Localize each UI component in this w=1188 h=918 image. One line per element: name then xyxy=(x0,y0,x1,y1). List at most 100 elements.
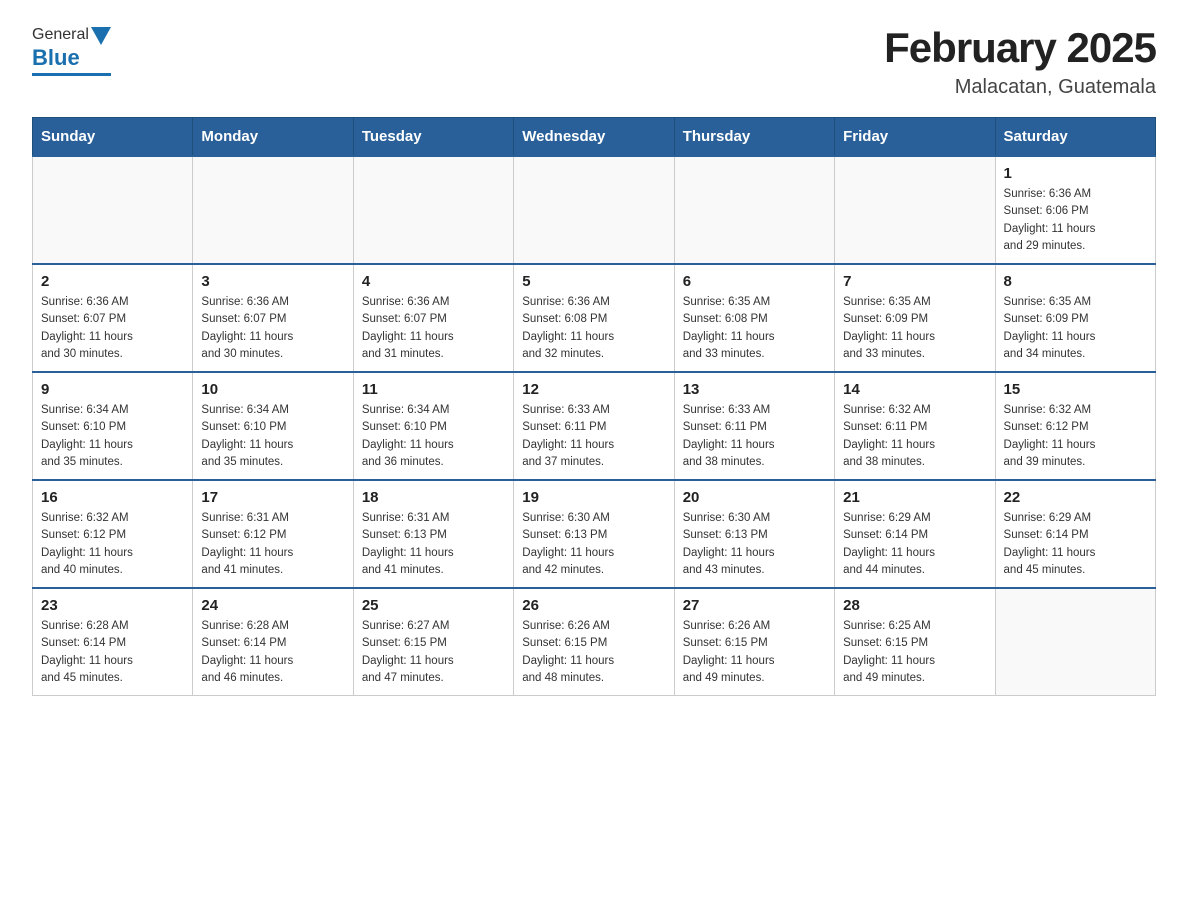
day-info: Sunrise: 6:36 AMSunset: 6:07 PMDaylight:… xyxy=(201,294,344,363)
day-number: 7 xyxy=(843,273,986,290)
day-info: Sunrise: 6:31 AMSunset: 6:12 PMDaylight:… xyxy=(201,510,344,579)
header-day-saturday: Saturday xyxy=(995,118,1155,157)
day-info: Sunrise: 6:36 AMSunset: 6:08 PMDaylight:… xyxy=(522,294,665,363)
location-subtitle: Malacatan, Guatemala xyxy=(884,76,1156,99)
day-number: 12 xyxy=(522,381,665,398)
logo-triangle-icon xyxy=(91,27,111,45)
day-info: Sunrise: 6:35 AMSunset: 6:09 PMDaylight:… xyxy=(1004,294,1147,363)
header-day-monday: Monday xyxy=(193,118,353,157)
day-info: Sunrise: 6:28 AMSunset: 6:14 PMDaylight:… xyxy=(201,618,344,687)
calendar-cell: 6 Sunrise: 6:35 AMSunset: 6:08 PMDaylight… xyxy=(674,264,834,372)
day-info: Sunrise: 6:32 AMSunset: 6:12 PMDaylight:… xyxy=(41,510,184,579)
calendar-cell: 18Sunrise: 6:31 AMSunset: 6:13 PMDayligh… xyxy=(353,480,513,588)
calendar-cell: 2 Sunrise: 6:36 AMSunset: 6:07 PMDaylight… xyxy=(33,264,193,372)
day-info: Sunrise: 6:34 AMSunset: 6:10 PMDaylight:… xyxy=(362,402,505,471)
day-number: 20 xyxy=(683,489,826,506)
calendar-cell: 7 Sunrise: 6:35 AMSunset: 6:09 PMDaylight… xyxy=(835,264,995,372)
calendar-cell: 25 Sunrise: 6:27 AMSunset: 6:15 PMDayligh… xyxy=(353,588,513,696)
day-info: Sunrise: 6:30 AMSunset: 6:13 PMDaylight:… xyxy=(683,510,826,579)
header-day-friday: Friday xyxy=(835,118,995,157)
main-title: February 2025 xyxy=(884,24,1156,72)
day-number: 25 xyxy=(362,597,505,614)
day-number: 14 xyxy=(843,381,986,398)
day-info: Sunrise: 6:36 AMSunset: 6:07 PMDaylight:… xyxy=(362,294,505,363)
day-info: Sunrise: 6:32 AMSunset: 6:12 PMDaylight:… xyxy=(1004,402,1147,471)
calendar-cell: 3 Sunrise: 6:36 AMSunset: 6:07 PMDaylight… xyxy=(193,264,353,372)
day-number: 24 xyxy=(201,597,344,614)
header-row: SundayMondayTuesdayWednesdayThursdayFrid… xyxy=(33,118,1156,157)
logo: General Blue xyxy=(32,24,111,76)
calendar-cell: 26Sunrise: 6:26 AMSunset: 6:15 PMDayligh… xyxy=(514,588,674,696)
calendar-cell xyxy=(33,156,193,264)
calendar-cell: 23 Sunrise: 6:28 AMSunset: 6:14 PMDayligh… xyxy=(33,588,193,696)
day-info: Sunrise: 6:26 AMSunset: 6:15 PMDaylight:… xyxy=(522,618,665,687)
calendar-cell xyxy=(353,156,513,264)
day-info: Sunrise: 6:35 AMSunset: 6:08 PMDaylight:… xyxy=(683,294,826,363)
day-info: Sunrise: 6:26 AMSunset: 6:15 PMDaylight:… xyxy=(683,618,826,687)
day-number: 2 xyxy=(41,273,184,290)
day-info: Sunrise: 6:29 AMSunset: 6:14 PMDaylight:… xyxy=(1004,510,1147,579)
day-number: 18 xyxy=(362,489,505,506)
calendar-cell: 10Sunrise: 6:34 AMSunset: 6:10 PMDayligh… xyxy=(193,372,353,480)
logo-underline xyxy=(32,73,111,76)
day-info: Sunrise: 6:30 AMSunset: 6:13 PMDaylight:… xyxy=(522,510,665,579)
calendar-cell xyxy=(674,156,834,264)
day-number: 17 xyxy=(201,489,344,506)
day-number: 9 xyxy=(41,381,184,398)
day-number: 28 xyxy=(843,597,986,614)
calendar-cell xyxy=(835,156,995,264)
day-info: Sunrise: 6:36 AMSunset: 6:06 PMDaylight:… xyxy=(1004,186,1147,255)
calendar-cell xyxy=(193,156,353,264)
header-day-sunday: Sunday xyxy=(33,118,193,157)
day-info: Sunrise: 6:25 AMSunset: 6:15 PMDaylight:… xyxy=(843,618,986,687)
day-number: 10 xyxy=(201,381,344,398)
calendar-cell: 19 Sunrise: 6:30 AMSunset: 6:13 PMDayligh… xyxy=(514,480,674,588)
calendar-cell: 28 Sunrise: 6:25 AMSunset: 6:15 PMDayligh… xyxy=(835,588,995,696)
day-number: 8 xyxy=(1004,273,1147,290)
day-number: 15 xyxy=(1004,381,1147,398)
day-number: 4 xyxy=(362,273,505,290)
calendar-cell: 4 Sunrise: 6:36 AMSunset: 6:07 PMDaylight… xyxy=(353,264,513,372)
calendar-cell: 22 Sunrise: 6:29 AMSunset: 6:14 PMDayligh… xyxy=(995,480,1155,588)
day-number: 13 xyxy=(683,381,826,398)
calendar-cell xyxy=(995,588,1155,696)
day-number: 6 xyxy=(683,273,826,290)
calendar-cell: 20 Sunrise: 6:30 AMSunset: 6:13 PMDayligh… xyxy=(674,480,834,588)
calendar-cell: 15 Sunrise: 6:32 AMSunset: 6:12 PMDayligh… xyxy=(995,372,1155,480)
day-info: Sunrise: 6:33 AMSunset: 6:11 PMDaylight:… xyxy=(522,402,665,471)
logo-general-text: General xyxy=(32,26,89,44)
day-info: Sunrise: 6:35 AMSunset: 6:09 PMDaylight:… xyxy=(843,294,986,363)
header-day-wednesday: Wednesday xyxy=(514,118,674,157)
day-number: 27 xyxy=(683,597,826,614)
day-info: Sunrise: 6:32 AMSunset: 6:11 PMDaylight:… xyxy=(843,402,986,471)
day-number: 19 xyxy=(522,489,665,506)
day-number: 3 xyxy=(201,273,344,290)
day-info: Sunrise: 6:27 AMSunset: 6:15 PMDaylight:… xyxy=(362,618,505,687)
calendar-cell: 8 Sunrise: 6:35 AMSunset: 6:09 PMDaylight… xyxy=(995,264,1155,372)
page-header: General Blue February 2025 Malacatan, Gu… xyxy=(32,24,1156,99)
week-row-2: 2 Sunrise: 6:36 AMSunset: 6:07 PMDaylight… xyxy=(33,264,1156,372)
calendar-cell: 9Sunrise: 6:34 AMSunset: 6:10 PMDaylight… xyxy=(33,372,193,480)
calendar-cell: 27 Sunrise: 6:26 AMSunset: 6:15 PMDayligh… xyxy=(674,588,834,696)
day-info: Sunrise: 6:29 AMSunset: 6:14 PMDaylight:… xyxy=(843,510,986,579)
day-info: Sunrise: 6:28 AMSunset: 6:14 PMDaylight:… xyxy=(41,618,184,687)
day-number: 11 xyxy=(362,381,505,398)
header-day-tuesday: Tuesday xyxy=(353,118,513,157)
calendar-cell: 16Sunrise: 6:32 AMSunset: 6:12 PMDayligh… xyxy=(33,480,193,588)
calendar-cell: 21Sunrise: 6:29 AMSunset: 6:14 PMDayligh… xyxy=(835,480,995,588)
calendar-cell: 14 Sunrise: 6:32 AMSunset: 6:11 PMDayligh… xyxy=(835,372,995,480)
week-row-5: 23 Sunrise: 6:28 AMSunset: 6:14 PMDayligh… xyxy=(33,588,1156,696)
calendar-cell: 17 Sunrise: 6:31 AMSunset: 6:12 PMDayligh… xyxy=(193,480,353,588)
day-info: Sunrise: 6:36 AMSunset: 6:07 PMDaylight:… xyxy=(41,294,184,363)
calendar-cell: 1 Sunrise: 6:36 AMSunset: 6:06 PMDaylight… xyxy=(995,156,1155,264)
calendar-cell: 13Sunrise: 6:33 AMSunset: 6:11 PMDayligh… xyxy=(674,372,834,480)
header-day-thursday: Thursday xyxy=(674,118,834,157)
calendar-cell: 5 Sunrise: 6:36 AMSunset: 6:08 PMDaylight… xyxy=(514,264,674,372)
calendar-table: SundayMondayTuesdayWednesdayThursdayFrid… xyxy=(32,117,1156,696)
day-number: 5 xyxy=(522,273,665,290)
week-row-1: 1 Sunrise: 6:36 AMSunset: 6:06 PMDaylight… xyxy=(33,156,1156,264)
day-number: 22 xyxy=(1004,489,1147,506)
week-row-3: 9 Sunrise: 6:34 AMSunset: 6:10 PMDaylight… xyxy=(33,372,1156,480)
day-number: 1 xyxy=(1004,165,1147,182)
day-number: 23 xyxy=(41,597,184,614)
